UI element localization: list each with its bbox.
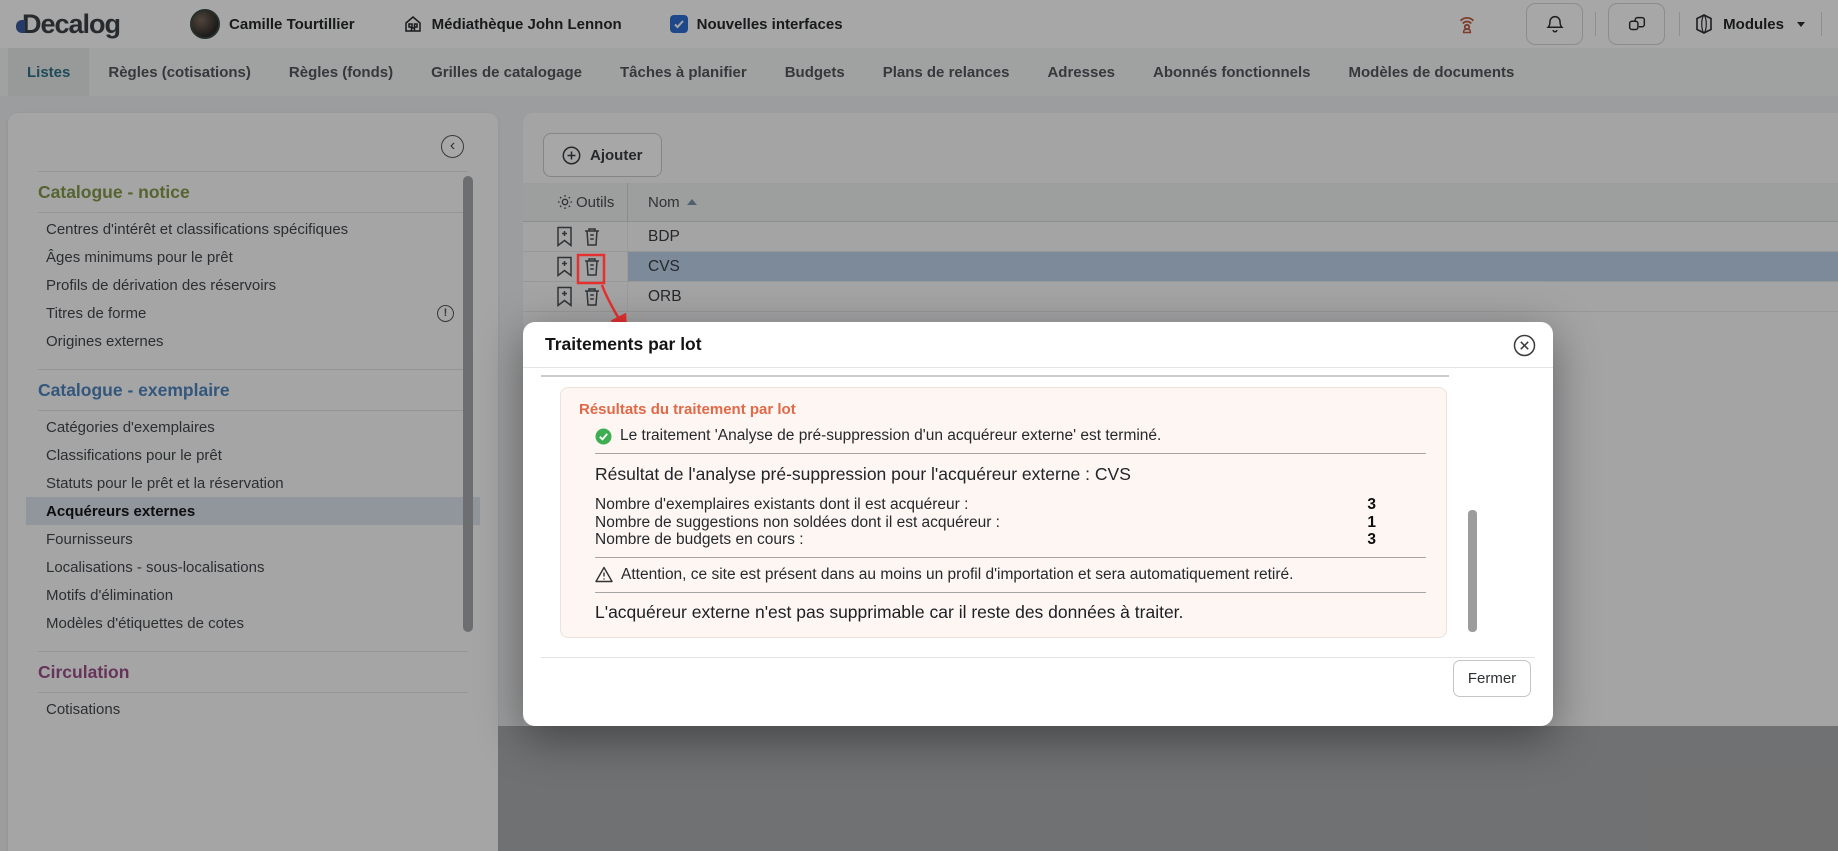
dialog-header: Traitements par lot bbox=[523, 322, 1553, 368]
application-window: Decalog Camille Tourtillier Médiathèque … bbox=[0, 0, 1838, 851]
batch-treatments-dialog: Traitements par lot Résultats du traitem… bbox=[523, 322, 1553, 726]
counter-row: Nombre de suggestions non soldées dont i… bbox=[595, 513, 1376, 531]
horizontal-scrollbar-track[interactable] bbox=[541, 375, 1449, 377]
divider bbox=[595, 453, 1426, 454]
conclusion-line: L'acquéreur externe n'est pas supprimabl… bbox=[595, 601, 1184, 622]
results-heading: Résultats du traitement par lot bbox=[579, 401, 796, 418]
close-icon[interactable] bbox=[1513, 334, 1536, 357]
counter-row: Nombre de budgets en cours :3 bbox=[595, 531, 1376, 548]
dialog-body: Résultats du traitement par lot Le trait… bbox=[523, 368, 1553, 640]
warning-text: Attention, ce site est présent dans au m… bbox=[621, 565, 1294, 583]
status-text: Le traitement 'Analyse de pré-suppressio… bbox=[620, 427, 1162, 444]
warning-row: Attention, ce site est présent dans au m… bbox=[595, 566, 1426, 584]
divider bbox=[595, 591, 1426, 593]
dialog-title: Traitements par lot bbox=[545, 334, 702, 354]
status-row: Le traitement 'Analyse de pré-suppressio… bbox=[595, 427, 1426, 445]
dialog-scrollbar-thumb[interactable] bbox=[1468, 510, 1477, 632]
analysis-result-line: Résultat de l'analyse pré-suppression po… bbox=[595, 464, 1131, 484]
warning-triangle-icon bbox=[595, 566, 613, 583]
results-panel: Résultats du traitement par lot Le trait… bbox=[560, 387, 1447, 638]
counter-value: 1 bbox=[1367, 513, 1376, 531]
check-circle-icon bbox=[595, 428, 612, 445]
counter-value: 3 bbox=[1367, 531, 1376, 548]
counter-row: Nombre d'exemplaires existants dont il e… bbox=[595, 496, 1376, 513]
divider bbox=[595, 556, 1426, 558]
counter-value: 3 bbox=[1367, 496, 1376, 513]
close-dialog-button[interactable]: Fermer bbox=[1453, 660, 1531, 697]
footer-divider bbox=[541, 657, 1535, 658]
